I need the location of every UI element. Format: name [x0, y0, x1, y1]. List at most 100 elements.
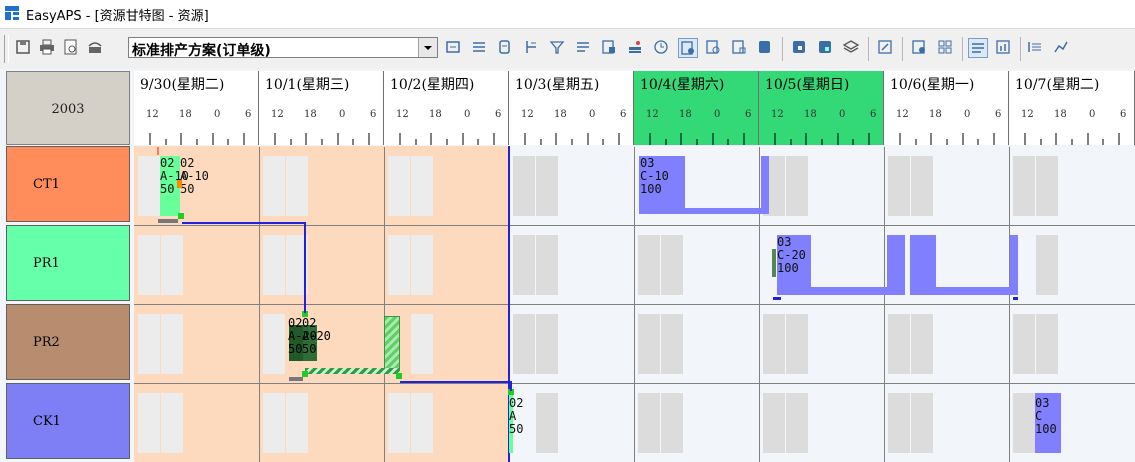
schedule-c-icon[interactable] — [730, 38, 750, 58]
shade-block — [536, 393, 558, 453]
report-c-icon[interactable] — [1052, 38, 1072, 58]
task-bar[interactable] — [761, 156, 769, 214]
day-label: 10/5(星期日) — [765, 77, 850, 93]
hour-tick-label: 18 — [1054, 109, 1067, 120]
flag-icon[interactable] — [626, 38, 646, 58]
toolbar-separator — [868, 37, 869, 61]
toolbar-separator — [1020, 37, 1021, 61]
hour-tick-label: 12 — [521, 109, 534, 120]
link-handle[interactable] — [302, 371, 308, 377]
link-handle[interactable] — [396, 373, 402, 379]
day-header[interactable]: 10/3(星期五) 12 18 0 6 — [509, 71, 634, 145]
lock-a-icon[interactable] — [790, 38, 810, 58]
toolbar-grip[interactable] — [4, 35, 9, 63]
shade-block — [888, 156, 910, 216]
schedule-d-icon[interactable] — [756, 38, 776, 58]
resource-label-pr2[interactable]: PR2 — [6, 304, 130, 380]
layers-icon[interactable] — [842, 38, 862, 58]
grid-line — [134, 225, 1135, 226]
task-bar[interactable] — [910, 235, 936, 295]
resource-label-pr1[interactable]: PR1 — [6, 225, 130, 301]
task-progress — [289, 377, 303, 381]
shade-block — [263, 156, 285, 216]
task-bar[interactable] — [1010, 235, 1018, 295]
grid-icon[interactable] — [936, 38, 956, 58]
task-bar[interactable] — [685, 208, 761, 214]
shade-block — [161, 314, 183, 374]
chevron-down-icon[interactable] — [418, 38, 437, 57]
day-header-weekend[interactable]: 10/4(星期六) 12 18 0 6 — [634, 71, 759, 145]
print-setup-icon[interactable] — [86, 38, 106, 58]
day-header[interactable]: 10/2(星期四) 12 18 0 6 — [384, 71, 509, 145]
schedule-a-icon[interactable] — [678, 38, 698, 58]
link-handle[interactable] — [302, 311, 308, 317]
chart-icon[interactable] — [994, 38, 1014, 58]
schedule-b-icon[interactable] — [704, 38, 724, 58]
split-icon[interactable] — [522, 38, 542, 58]
list-icon[interactable] — [574, 38, 594, 58]
hour-tick-label: 6 — [245, 109, 252, 120]
hour-tick-label: 18 — [554, 109, 567, 120]
shade-block — [536, 156, 558, 216]
move-icon[interactable] — [444, 38, 464, 58]
shade-block — [138, 235, 160, 295]
day-label: 9/30(星期二) — [140, 77, 225, 93]
shade-block — [388, 235, 410, 295]
tick-marks — [274, 133, 370, 145]
report-b-icon[interactable] — [1026, 38, 1046, 58]
task-bar-hatched[interactable] — [305, 368, 400, 374]
day-label: 10/2(星期四) — [390, 77, 475, 93]
link-handle[interactable] — [178, 213, 184, 219]
toolbar-separator — [782, 37, 783, 61]
task-label: 02 A-20 50 — [302, 316, 331, 356]
link-handle[interactable] — [508, 389, 514, 395]
resource-name: CK1 — [33, 414, 61, 429]
shade-block — [763, 393, 785, 453]
save-icon[interactable] — [14, 38, 34, 58]
hour-tick-label: 0 — [339, 109, 346, 120]
resource-label-ct1[interactable]: CT1 — [6, 146, 130, 222]
day-header[interactable]: 10/7(星期二) 12 18 0 6 — [1009, 71, 1135, 145]
shade-block — [1036, 156, 1058, 216]
edit-icon[interactable] — [876, 38, 896, 58]
report-a-icon[interactable] — [968, 38, 988, 58]
resource-label-ck1[interactable]: CK1 — [6, 383, 130, 459]
shade-block — [638, 314, 660, 374]
plan-selector[interactable]: 标准排产方案(订单级) — [128, 37, 438, 59]
shade-block — [536, 235, 558, 295]
hour-tick-label: 18 — [179, 109, 192, 120]
print-icon[interactable] — [38, 38, 58, 58]
hour-tick-label: 6 — [995, 109, 1002, 120]
grid-line — [134, 383, 1135, 384]
shade-block — [286, 393, 308, 453]
bracket-marker — [1013, 297, 1018, 300]
day-label: 10/6(星期一) — [890, 77, 975, 93]
task-bar[interactable] — [887, 235, 905, 295]
day-header[interactable]: 10/1(星期三) 12 18 0 6 — [259, 71, 384, 145]
filter-icon[interactable] — [548, 38, 568, 58]
preview-icon[interactable] — [62, 38, 82, 58]
shade-block — [513, 314, 535, 374]
shade-block — [263, 235, 285, 295]
day-header-weekend[interactable]: 10/5(星期日) 12 18 0 6 — [759, 71, 884, 145]
hour-tick-label: 0 — [1089, 109, 1096, 120]
day-header[interactable]: 9/30(星期二) 12 18 0 6 — [134, 71, 259, 145]
align-icon[interactable] — [470, 38, 490, 58]
view-a-icon[interactable] — [910, 38, 930, 58]
clock-icon[interactable] — [652, 38, 672, 58]
hour-tick-label: 6 — [1120, 109, 1127, 120]
task-marker — [177, 180, 182, 188]
copy-icon[interactable] — [496, 38, 516, 58]
task-bar[interactable] — [936, 287, 1010, 295]
shade-block — [911, 393, 933, 453]
day-header[interactable]: 10/6(星期一) 12 18 0 6 — [884, 71, 1009, 145]
shade-block — [786, 156, 808, 216]
task-bar[interactable] — [811, 287, 887, 295]
task-bar-hatched[interactable] — [384, 316, 400, 374]
hour-tick-label: 12 — [771, 109, 784, 120]
lock-b-icon[interactable] — [816, 38, 836, 58]
task-label: 02 A-10 50 — [180, 156, 209, 196]
tasks-icon[interactable] — [600, 38, 620, 58]
hour-tick-label: 6 — [620, 109, 627, 120]
hour-tick-label: 6 — [370, 109, 377, 120]
